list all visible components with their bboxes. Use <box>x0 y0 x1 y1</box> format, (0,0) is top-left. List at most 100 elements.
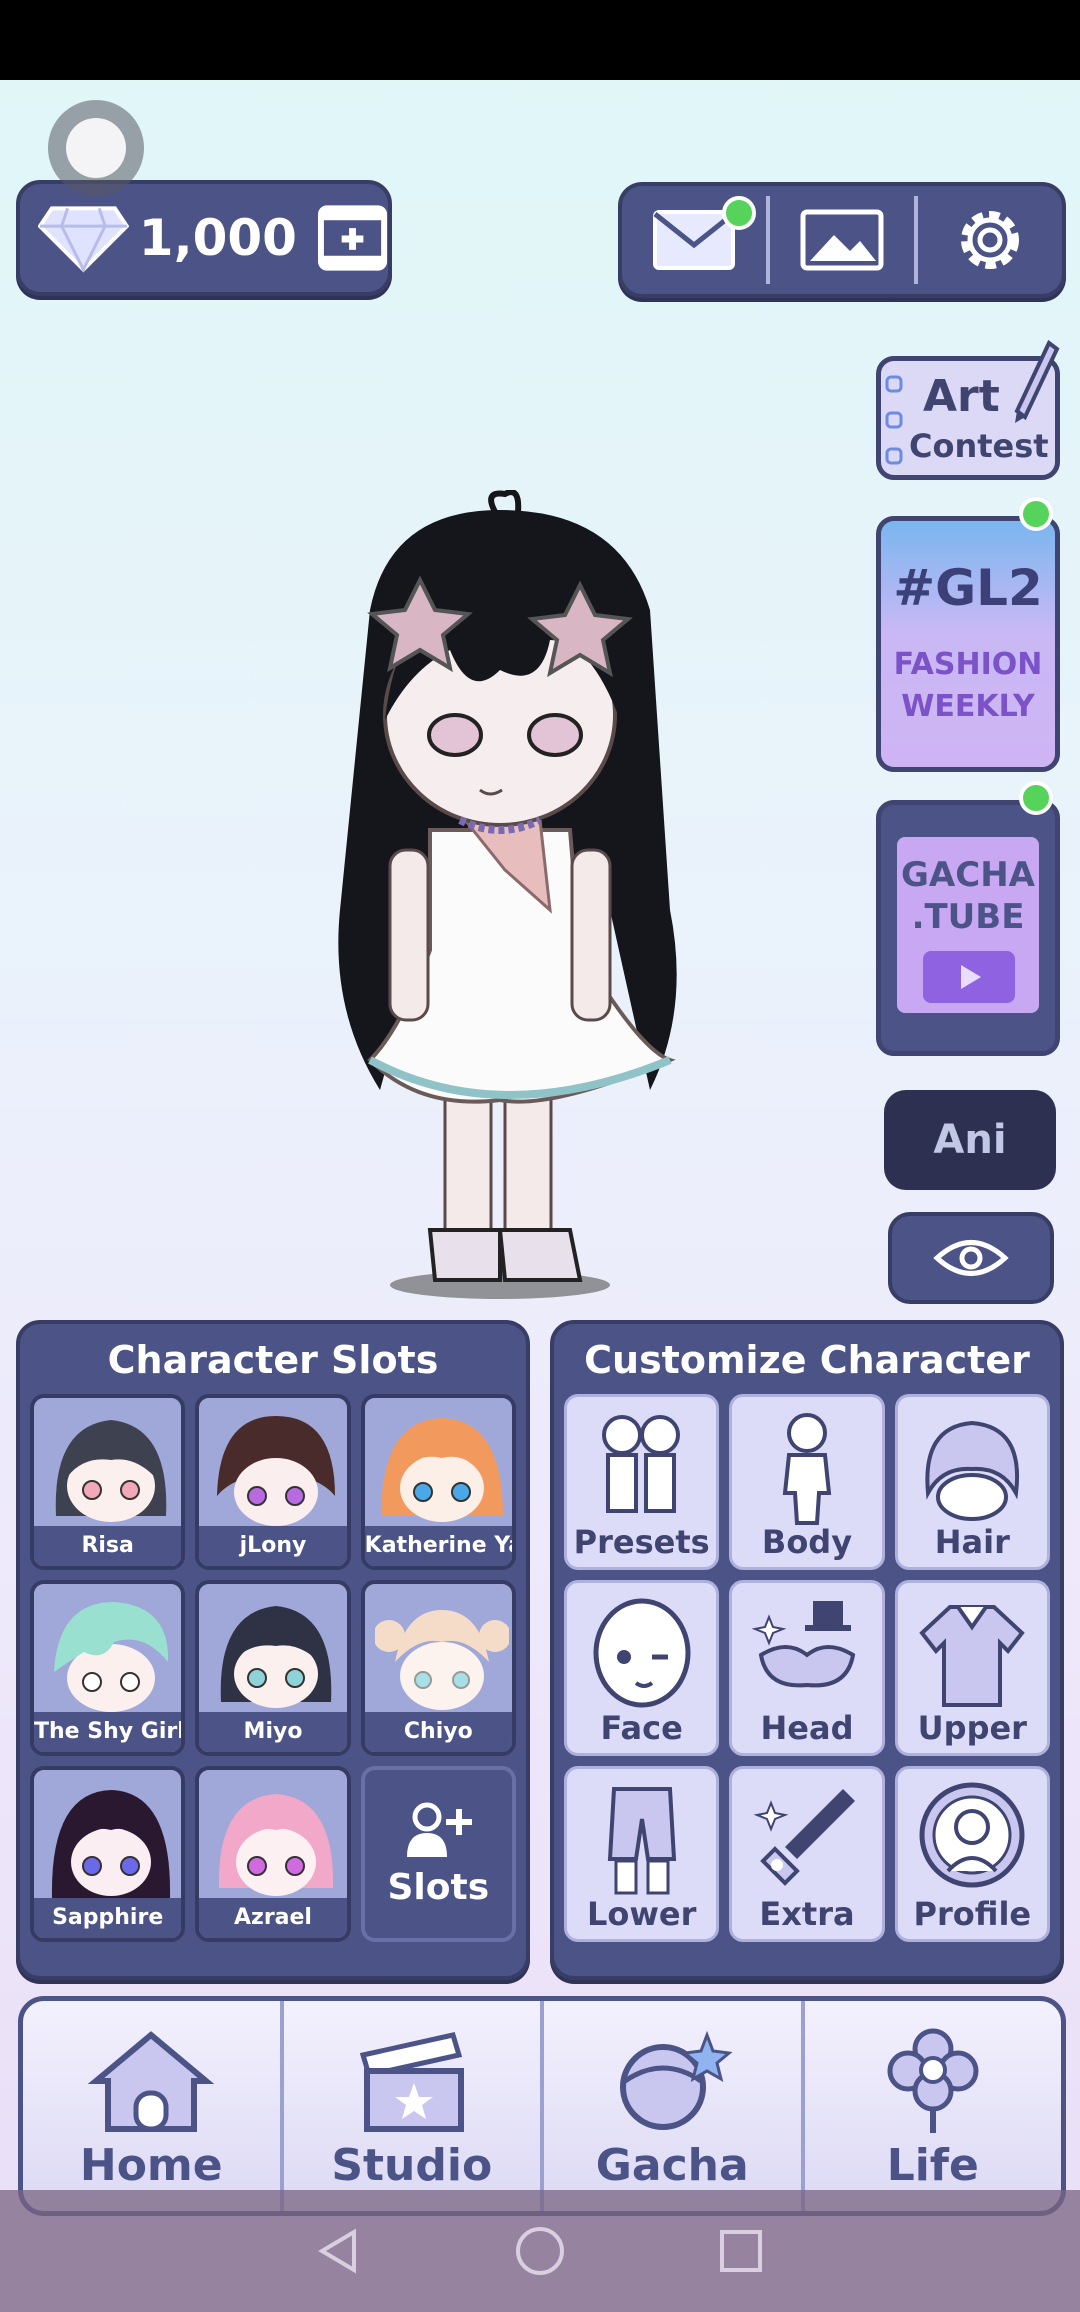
currency-bar: 1,000 <box>16 180 392 296</box>
home-circle-icon[interactable] <box>513 2224 567 2278</box>
notebook-rings-icon <box>885 375 903 465</box>
back-icon[interactable] <box>314 2226 364 2276</box>
customize-character-title: Customize Character <box>584 1338 1030 1382</box>
slot-name: Katherine Yas <box>364 1526 512 1566</box>
character-slot[interactable]: Katherine Yas <box>360 1394 516 1570</box>
clapperboard-icon <box>359 2032 464 2132</box>
character-avatar <box>217 1416 336 1526</box>
status-bar <box>0 0 1080 80</box>
gacha-orb-icon <box>620 2030 733 2130</box>
gl2-line1: FASHION <box>893 647 1043 682</box>
slot-name: jLony <box>199 1526 347 1566</box>
mail-button[interactable] <box>622 186 766 294</box>
customize-label: Body <box>761 1523 853 1561</box>
add-slots-button[interactable]: Slots <box>360 1766 516 1942</box>
profile-icon <box>919 1782 1025 1888</box>
touch-indicator <box>48 100 144 196</box>
gachatube-card[interactable]: GACHA .TUBE <box>876 781 1060 1056</box>
image-icon <box>800 209 884 271</box>
face-icon <box>593 1598 691 1708</box>
customize-profile[interactable]: Profile <box>894 1766 1050 1942</box>
character-avatar <box>221 1606 332 1708</box>
character-slot[interactable]: The Shy Girl <box>30 1580 186 1756</box>
add-gems-video-icon[interactable] <box>317 202 388 274</box>
customize-label: Hair <box>934 1523 1010 1561</box>
character-avatar <box>374 1610 509 1710</box>
recents-icon[interactable] <box>716 2226 766 2276</box>
nav-studio[interactable]: Studio <box>279 2001 541 2211</box>
nav-label: Gacha <box>595 2140 749 2191</box>
settings-button[interactable] <box>918 186 1062 294</box>
art-contest-card[interactable]: Art Contest <box>876 339 1060 480</box>
diamond-icon <box>38 206 129 273</box>
gachatube-line1: GACHA <box>901 855 1035 895</box>
customize-label: Profile <box>913 1895 1032 1933</box>
gl2-fashion-weekly-card[interactable]: #GL2 FASHION WEEKLY <box>876 497 1060 772</box>
nav-life[interactable]: Life <box>800 2001 1062 2211</box>
nav-label: Life <box>886 2140 979 2191</box>
gl2-tag: #GL2 <box>893 559 1043 617</box>
character-avatar <box>55 1420 167 1522</box>
customize-label: Lower <box>586 1895 697 1933</box>
customize-head[interactable]: Head <box>729 1580 885 1756</box>
customize-presets[interactable]: Presets <box>564 1394 720 1570</box>
character-slot[interactable]: Sapphire <box>30 1766 186 1942</box>
nav-label: Home <box>79 2140 223 2191</box>
character-slot[interactable]: Miyo <box>195 1580 351 1756</box>
gachatube-line2: .TUBE <box>911 897 1025 937</box>
shirt-icon <box>919 1605 1026 1707</box>
customize-label: Upper <box>917 1709 1027 1747</box>
slot-name: Risa <box>34 1526 182 1566</box>
gl2-line2: WEEKLY <box>901 689 1035 724</box>
customize-lower[interactable]: Lower <box>564 1766 720 1942</box>
top-toolbar <box>618 182 1066 298</box>
customize-character-panel: Customize Character Presets Body Hair Fa… <box>550 1320 1064 1980</box>
add-slots-label: Slots <box>387 1866 490 1908</box>
pencil-icon <box>1014 339 1060 423</box>
gear-icon <box>961 211 1019 269</box>
character-slots-grid: Risa jLony Katherine Yas <box>20 1394 526 1942</box>
character-slots-panel: Character Slots Risa jLony Katherine Y T… <box>16 1320 530 1980</box>
bottom-navigation: Home Studio Gacha Life <box>18 1996 1066 2216</box>
slot-name: Miyo <box>199 1712 347 1752</box>
customize-upper[interactable]: Upper <box>894 1580 1050 1756</box>
sword-icon <box>753 1789 855 1886</box>
play-icon <box>923 951 1015 1003</box>
ani-button[interactable]: Ani <box>884 1090 1056 1190</box>
pants-icon <box>607 1787 676 1895</box>
character-preview[interactable] <box>250 490 790 1300</box>
character-avatar <box>51 1790 171 1898</box>
character-avatar <box>54 1602 169 1712</box>
system-navigation-bar <box>0 2190 1080 2312</box>
character-avatar <box>380 1418 503 1522</box>
gallery-button[interactable] <box>770 186 914 294</box>
gachatube-notification-dot <box>1019 781 1053 815</box>
customize-label: Presets <box>573 1523 710 1561</box>
nav-label: Studio <box>331 2140 493 2191</box>
customize-label: Extra <box>759 1895 855 1933</box>
character-slot[interactable]: Chiyo <box>360 1580 516 1756</box>
customize-grid: Presets Body Hair Face Head Upper Lower … <box>554 1394 1060 1942</box>
nav-gacha[interactable]: Gacha <box>540 2001 801 2211</box>
character-slots-title: Character Slots <box>107 1338 439 1382</box>
slot-name: Chiyo <box>364 1712 512 1752</box>
gem-count: 1,000 <box>138 209 297 267</box>
nav-home[interactable]: Home <box>23 2001 280 2211</box>
character-slot[interactable]: jLony <box>195 1394 351 1570</box>
flower-icon <box>887 2028 979 2133</box>
art-contest-line1: Art <box>923 371 1000 422</box>
character-slot[interactable]: Risa <box>30 1394 186 1570</box>
character-slot[interactable]: Azrael <box>195 1766 351 1942</box>
customize-body[interactable]: Body <box>729 1394 885 1570</box>
body-icon <box>782 1413 832 1525</box>
mask-hat-icon <box>751 1601 856 1688</box>
customize-hair[interactable]: Hair <box>894 1394 1050 1570</box>
gachatube-screen: GACHA .TUBE <box>897 837 1039 1013</box>
toggle-view-button[interactable] <box>888 1212 1054 1304</box>
art-contest-line2: Contest <box>909 427 1049 465</box>
customize-extra[interactable]: Extra <box>729 1766 885 1942</box>
mail-notification-dot <box>722 196 756 230</box>
hair-icon <box>925 1420 1020 1521</box>
slot-name: Azrael <box>199 1898 347 1938</box>
customize-face[interactable]: Face <box>564 1580 720 1756</box>
